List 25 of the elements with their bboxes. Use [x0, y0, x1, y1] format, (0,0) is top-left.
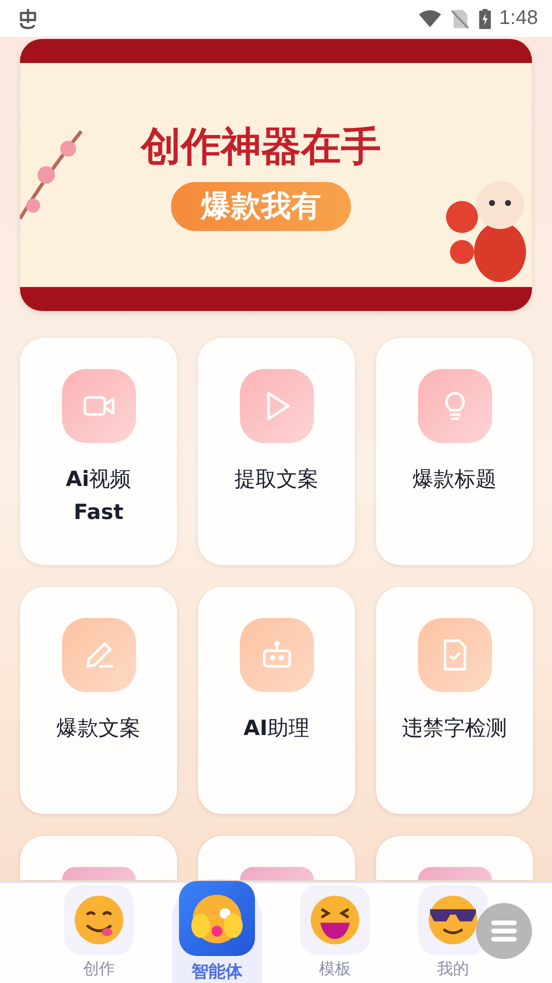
tool-card[interactable]: 爆款文案	[20, 587, 177, 814]
tool-label: Ai视频 Fast	[64, 466, 132, 526]
emoji-face-icon	[426, 893, 480, 947]
menu-icon	[490, 919, 518, 943]
tool-card[interactable]: Ai视频 Fast	[20, 338, 177, 565]
no-sim-icon	[449, 8, 472, 28]
tool-label: 爆款文案	[56, 715, 142, 742]
clock-time: 1:48	[499, 7, 538, 30]
nav-tab[interactable]: 智能体	[172, 879, 262, 983]
wifi-icon	[419, 8, 442, 28]
tool-card[interactable]: 爆款标题	[376, 338, 533, 565]
emoji-face-icon	[72, 893, 126, 947]
tool-card[interactable]: 提取文案	[198, 338, 355, 565]
banner-headline: 创作神器在手	[141, 123, 381, 172]
tool-label: 提取文案	[234, 466, 320, 493]
emoji-face-icon	[308, 893, 362, 947]
promo-banner[interactable]: 创作神器在手 爆款我有	[20, 39, 532, 311]
tool-card[interactable]: AI助理	[198, 587, 355, 814]
banner-tagline: 爆款我有	[171, 182, 351, 231]
battery-charging-icon	[479, 8, 492, 28]
tool-label: 违禁字检测	[401, 715, 508, 742]
tool-card[interactable]: 违禁字检测	[376, 587, 533, 814]
tool-label: 爆款标题	[412, 466, 498, 493]
emoji-face-icon	[190, 892, 244, 946]
tool-label: AI助理	[242, 715, 311, 742]
